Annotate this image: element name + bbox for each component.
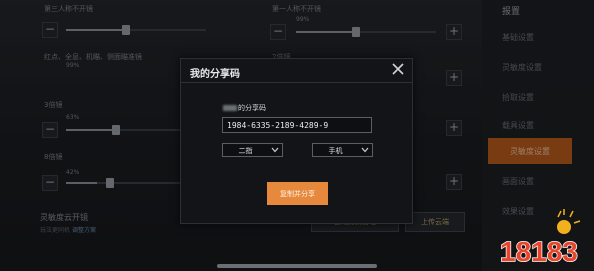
blurred-name bbox=[223, 105, 237, 111]
share-code-field[interactable]: 1984-6335-2189-4289-9 bbox=[222, 117, 372, 133]
site-logo-watermark: 18183 bbox=[499, 209, 581, 268]
finger-mode-select[interactable]: 二指 bbox=[222, 143, 283, 157]
home-indicator bbox=[217, 264, 377, 268]
share-code-label: 的分享码 bbox=[223, 103, 266, 113]
close-icon[interactable] bbox=[390, 61, 406, 77]
device-select[interactable]: 手机 bbox=[312, 143, 373, 157]
copy-and-share-button[interactable]: 复制并分享 bbox=[267, 182, 328, 205]
chevron-down-icon bbox=[271, 147, 279, 153]
svg-text:18183: 18183 bbox=[500, 236, 578, 267]
dialog-divider bbox=[181, 82, 412, 83]
dialog-title: 我的分享码 bbox=[190, 69, 240, 80]
select-value: 手机 bbox=[328, 147, 343, 155]
select-value: 二指 bbox=[238, 147, 253, 155]
chevron-down-icon bbox=[361, 147, 369, 153]
share-code-dialog: 我的分享码 的分享码 1984-6335-2189-4289-9 二指 手机 复… bbox=[180, 58, 413, 224]
